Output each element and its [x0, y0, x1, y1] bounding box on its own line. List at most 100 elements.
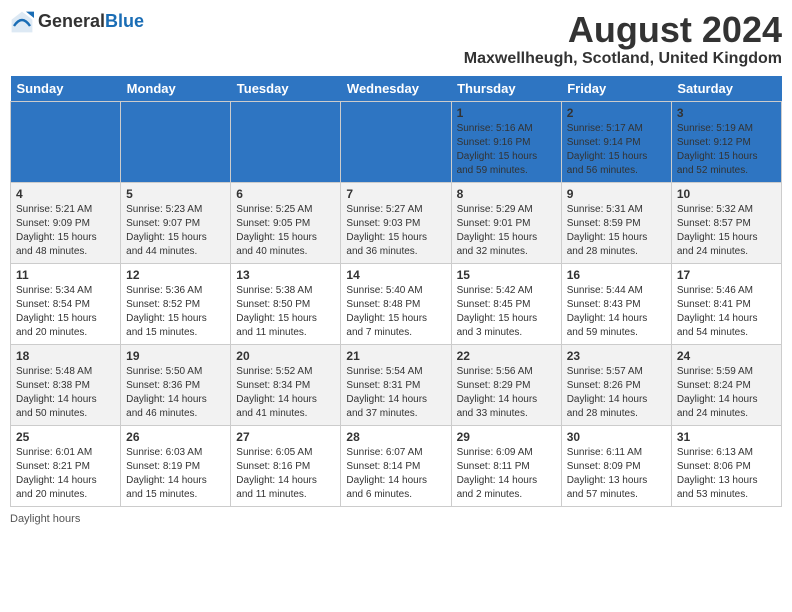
day-number: 4: [16, 187, 115, 201]
calendar-cell: 11 Sunrise: 5:34 AM Sunset: 8:54 PM Dayli…: [11, 263, 121, 344]
day-info: Sunrise: 6:05 AM Sunset: 8:16 PM Dayligh…: [236, 446, 335, 502]
calendar-table: SundayMondayTuesdayWednesdayThursdayFrid…: [10, 76, 782, 507]
day-number: 9: [567, 187, 666, 201]
day-number: 14: [346, 268, 445, 282]
calendar-cell: 5Sunrise: 5:23 AM Sunset: 9:07 PM Daylig…: [121, 182, 231, 263]
day-info: Sunrise: 5:56 AM Sunset: 8:29 PM Dayligh…: [457, 365, 556, 421]
day-number: 25: [16, 430, 115, 444]
calendar-cell: [11, 101, 121, 182]
day-info: Sunrise: 5:52 AM Sunset: 8:34 PM Dayligh…: [236, 365, 335, 421]
calendar-cell: 6Sunrise: 5:25 AM Sunset: 9:05 PM Daylig…: [231, 182, 341, 263]
day-info: Sunrise: 5:50 AM Sunset: 8:36 PM Dayligh…: [126, 365, 225, 421]
day-info: Sunrise: 5:46 AM Sunset: 8:41 PM Dayligh…: [677, 284, 776, 340]
logo-blue-text: Blue: [105, 11, 144, 31]
day-info: Sunrise: 5:17 AM Sunset: 9:14 PM Dayligh…: [567, 122, 666, 178]
calendar-cell: 4Sunrise: 5:21 AM Sunset: 9:09 PM Daylig…: [11, 182, 121, 263]
day-number: 24: [677, 349, 776, 363]
day-number: 29: [457, 430, 556, 444]
day-number: 8: [457, 187, 556, 201]
day-number: 23: [567, 349, 666, 363]
calendar-cell: 12 Sunrise: 5:36 AM Sunset: 8:52 PM Dayli…: [121, 263, 231, 344]
day-header-monday: Monday: [121, 76, 231, 102]
calendar-cell: 14 Sunrise: 5:40 AM Sunset: 8:48 PM Dayli…: [341, 263, 451, 344]
day-info: Sunrise: 5:34 AM Sunset: 8:54 PM Dayligh…: [16, 284, 115, 340]
day-info: Sunrise: 5:19 AM Sunset: 9:12 PM Dayligh…: [677, 122, 776, 178]
calendar-cell: 7Sunrise: 5:27 AM Sunset: 9:03 PM Daylig…: [341, 182, 451, 263]
calendar-cell: 21 Sunrise: 5:54 AM Sunset: 8:31 PM Dayli…: [341, 344, 451, 425]
calendar-cell: 13 Sunrise: 5:38 AM Sunset: 8:50 PM Dayli…: [231, 263, 341, 344]
header-row: SundayMondayTuesdayWednesdayThursdayFrid…: [11, 76, 782, 102]
calendar-subtitle: Maxwellheugh, Scotland, United Kingdom: [464, 50, 782, 68]
calendar-cell: [231, 101, 341, 182]
day-info: Sunrise: 6:11 AM Sunset: 8:09 PM Dayligh…: [567, 446, 666, 502]
day-number: 11: [16, 268, 115, 282]
calendar-cell: 23 Sunrise: 5:57 AM Sunset: 8:26 PM Dayli…: [561, 344, 671, 425]
calendar-cell: 16 Sunrise: 5:44 AM Sunset: 8:43 PM Dayli…: [561, 263, 671, 344]
day-number: 7: [346, 187, 445, 201]
day-number: 16: [567, 268, 666, 282]
day-info: Sunrise: 5:59 AM Sunset: 8:24 PM Dayligh…: [677, 365, 776, 421]
day-info: Sunrise: 5:48 AM Sunset: 8:38 PM Dayligh…: [16, 365, 115, 421]
calendar-cell: 8 Sunrise: 5:29 AM Sunset: 9:01 PM Daylig…: [451, 182, 561, 263]
calendar-week-row: 1Sunrise: 5:16 AM Sunset: 9:16 PM Daylig…: [11, 101, 782, 182]
calendar-cell: 31Sunrise: 6:13 AM Sunset: 8:06 PM Dayli…: [671, 425, 781, 506]
calendar-cell: 26 Sunrise: 6:03 AM Sunset: 8:19 PM Dayli…: [121, 425, 231, 506]
calendar-cell: 22 Sunrise: 5:56 AM Sunset: 8:29 PM Dayli…: [451, 344, 561, 425]
day-info: Sunrise: 5:44 AM Sunset: 8:43 PM Dayligh…: [567, 284, 666, 340]
logo: GeneralBlue: [10, 10, 144, 34]
day-header-wednesday: Wednesday: [341, 76, 451, 102]
title-area: August 2024 Maxwellheugh, Scotland, Unit…: [464, 10, 782, 68]
day-number: 30: [567, 430, 666, 444]
calendar-title: August 2024: [464, 10, 782, 50]
calendar-cell: 3Sunrise: 5:19 AM Sunset: 9:12 PM Daylig…: [671, 101, 781, 182]
calendar-cell: 19 Sunrise: 5:50 AM Sunset: 8:36 PM Dayli…: [121, 344, 231, 425]
footer-note: Daylight hours: [10, 513, 782, 525]
day-number: 17: [677, 268, 776, 282]
day-info: Sunrise: 5:32 AM Sunset: 8:57 PM Dayligh…: [677, 203, 776, 259]
day-info: Sunrise: 5:36 AM Sunset: 8:52 PM Dayligh…: [126, 284, 225, 340]
general-blue-logo-icon: [10, 10, 34, 34]
calendar-cell: 17 Sunrise: 5:46 AM Sunset: 8:41 PM Dayli…: [671, 263, 781, 344]
calendar-week-row: 11 Sunrise: 5:34 AM Sunset: 8:54 PM Dayli…: [11, 263, 782, 344]
calendar-week-row: 25 Sunrise: 6:01 AM Sunset: 8:21 PM Dayli…: [11, 425, 782, 506]
day-info: Sunrise: 6:03 AM Sunset: 8:19 PM Dayligh…: [126, 446, 225, 502]
logo-general-text: General: [38, 11, 105, 31]
daylight-hours-label: Daylight hours: [10, 513, 80, 525]
day-header-tuesday: Tuesday: [231, 76, 341, 102]
day-number: 1: [457, 106, 556, 120]
day-header-friday: Friday: [561, 76, 671, 102]
day-header-sunday: Sunday: [11, 76, 121, 102]
day-info: Sunrise: 6:09 AM Sunset: 8:11 PM Dayligh…: [457, 446, 556, 502]
day-number: 19: [126, 349, 225, 363]
day-info: Sunrise: 5:23 AM Sunset: 9:07 PM Dayligh…: [126, 203, 225, 259]
day-number: 26: [126, 430, 225, 444]
calendar-cell: 10Sunrise: 5:32 AM Sunset: 8:57 PM Dayli…: [671, 182, 781, 263]
day-number: 21: [346, 349, 445, 363]
calendar-cell: 2Sunrise: 5:17 AM Sunset: 9:14 PM Daylig…: [561, 101, 671, 182]
day-info: Sunrise: 6:01 AM Sunset: 8:21 PM Dayligh…: [16, 446, 115, 502]
calendar-week-row: 18 Sunrise: 5:48 AM Sunset: 8:38 PM Dayli…: [11, 344, 782, 425]
day-number: 12: [126, 268, 225, 282]
day-number: 6: [236, 187, 335, 201]
day-info: Sunrise: 5:31 AM Sunset: 8:59 PM Dayligh…: [567, 203, 666, 259]
day-info: Sunrise: 6:13 AM Sunset: 8:06 PM Dayligh…: [677, 446, 776, 502]
day-number: 22: [457, 349, 556, 363]
calendar-cell: [121, 101, 231, 182]
day-number: 27: [236, 430, 335, 444]
day-info: Sunrise: 5:57 AM Sunset: 8:26 PM Dayligh…: [567, 365, 666, 421]
day-number: 13: [236, 268, 335, 282]
day-number: 15: [457, 268, 556, 282]
calendar-cell: 30 Sunrise: 6:11 AM Sunset: 8:09 PM Dayli…: [561, 425, 671, 506]
day-info: Sunrise: 5:38 AM Sunset: 8:50 PM Dayligh…: [236, 284, 335, 340]
day-info: Sunrise: 5:40 AM Sunset: 8:48 PM Dayligh…: [346, 284, 445, 340]
day-info: Sunrise: 5:54 AM Sunset: 8:31 PM Dayligh…: [346, 365, 445, 421]
day-info: Sunrise: 5:29 AM Sunset: 9:01 PM Dayligh…: [457, 203, 556, 259]
day-number: 28: [346, 430, 445, 444]
day-info: Sunrise: 6:07 AM Sunset: 8:14 PM Dayligh…: [346, 446, 445, 502]
header: GeneralBlue August 2024 Maxwellheugh, Sc…: [10, 10, 782, 68]
day-number: 18: [16, 349, 115, 363]
day-header-saturday: Saturday: [671, 76, 781, 102]
calendar-cell: 15 Sunrise: 5:42 AM Sunset: 8:45 PM Dayli…: [451, 263, 561, 344]
day-info: Sunrise: 5:42 AM Sunset: 8:45 PM Dayligh…: [457, 284, 556, 340]
calendar-cell: 20Sunrise: 5:52 AM Sunset: 8:34 PM Dayli…: [231, 344, 341, 425]
